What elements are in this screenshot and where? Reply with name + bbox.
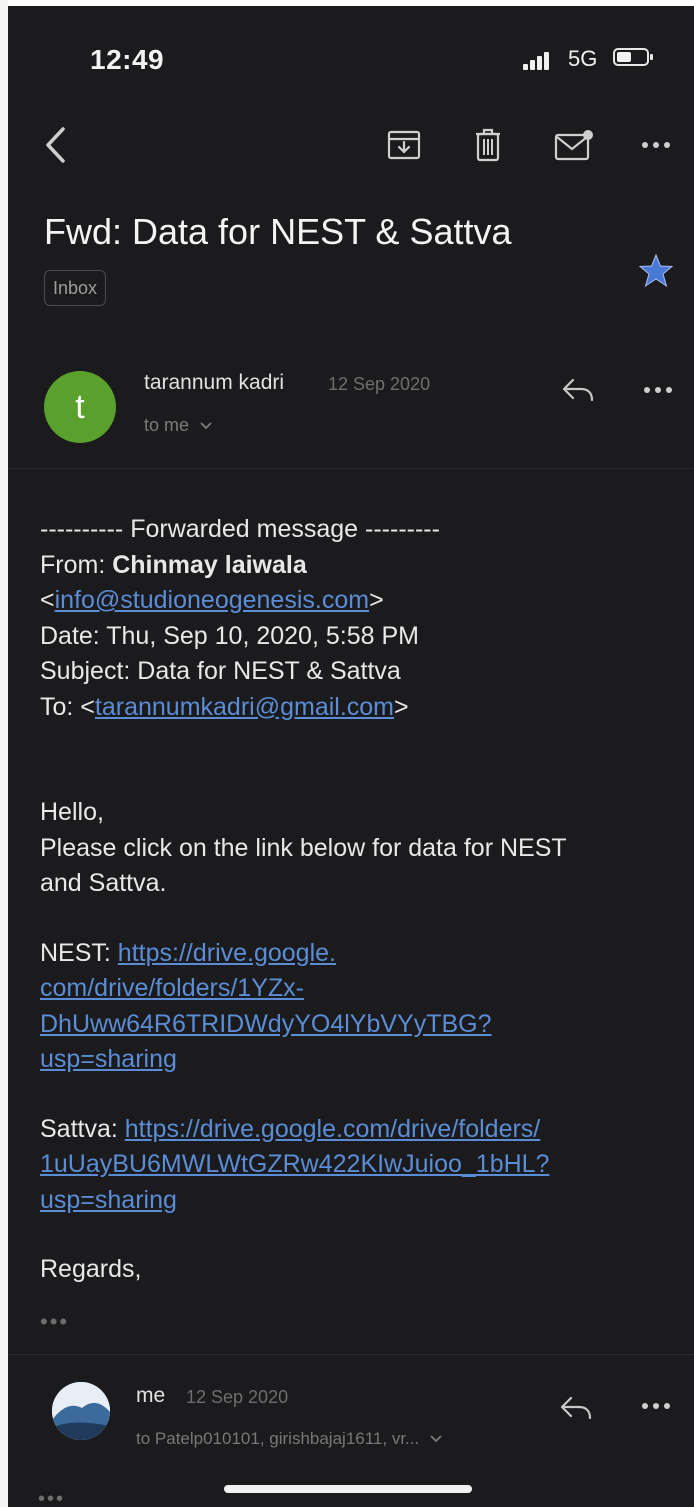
bracket-open: < [40, 586, 55, 614]
sattva-link[interactable]: https://drive.google.com/drive/folders/ [125, 1115, 540, 1143]
signal-icon [523, 50, 549, 70]
greeting: Hello, [40, 798, 104, 826]
message-date: 12 Sep 2020 [328, 374, 431, 394]
email-subject: Fwd: Data for NEST & Sattva [44, 211, 512, 252]
nest-link[interactable]: https://drive.google. [118, 939, 336, 967]
sattva-link[interactable]: usp=sharing [40, 1186, 177, 1214]
nest-link[interactable]: com/drive/folders/1YZx- [40, 974, 304, 1002]
back-button[interactable] [38, 124, 72, 166]
sender-name[interactable]: tarannum kadri [144, 371, 284, 395]
subject-line: Subject: Data for NEST & Sattva [40, 657, 401, 685]
sattva-line: Sattva: https://drive.google.com/drive/f… [40, 1112, 680, 1148]
more-horizontal-icon [644, 387, 672, 393]
to-close: > [394, 692, 409, 721]
to-line: To: <tarannumkadri@gmail.com> [40, 690, 680, 726]
message-more-button[interactable] [638, 378, 678, 402]
to-email-link[interactable]: tarannumkadri@gmail.com [95, 693, 394, 721]
from-label: From: [40, 550, 113, 579]
delete-button[interactable] [470, 124, 506, 166]
mark-unread-button[interactable] [552, 124, 596, 166]
regards: Regards, [40, 1255, 142, 1283]
archive-button[interactable] [384, 124, 424, 166]
from-email-link[interactable]: info@studioneogenesis.com [55, 586, 369, 614]
inbox-label-chip[interactable]: Inbox [44, 270, 107, 306]
message-date: 12 Sep 2020 [186, 1387, 289, 1407]
from-email-line: <info@studioneogenesis.com> [40, 583, 680, 619]
nest-label: NEST: [40, 938, 118, 967]
message-body: ---------- Forwarded message --------- F… [40, 512, 680, 1288]
mail-unread-icon [554, 130, 593, 161]
divider [8, 1354, 694, 1355]
more-horizontal-icon [642, 1403, 670, 1409]
trash-icon [476, 128, 500, 162]
archive-icon [387, 130, 421, 160]
paragraph-line: Please click on the link below for data … [40, 833, 567, 862]
battery-icon [613, 48, 653, 66]
divider [8, 468, 694, 469]
date-line: Date: Thu, Sep 10, 2020, 5:58 PM [40, 621, 419, 650]
forward-header: ---------- Forwarded message --------- [40, 515, 440, 543]
network-type: 5G [568, 46, 598, 71]
paragraph-line: and Sattva. [40, 869, 167, 897]
mail-app-screen: 12:49 5G Fwd: Data for NEST & Sattva Inb… [8, 6, 694, 1507]
sender-avatar[interactable]: t [44, 371, 116, 443]
nest-link[interactable]: usp=sharing [40, 1045, 177, 1073]
my-avatar[interactable] [52, 1382, 110, 1440]
nest-line: NEST: https://drive.google. [40, 936, 680, 972]
home-indicator[interactable] [224, 1485, 472, 1493]
bracket-close: > [369, 586, 384, 614]
chevron-down-icon [430, 1435, 442, 1443]
recipients-text: to Patelp010101, girishbajaj1611, vr... [136, 1429, 420, 1448]
reply-icon[interactable] [559, 1394, 593, 1422]
nest-link[interactable]: DhUww64R6TRIDWdyYO4lYbVYyTBG? [40, 1010, 492, 1038]
sattva-label: Sattva: [40, 1114, 125, 1143]
from-line: From: Chinmay laiwala [40, 548, 680, 584]
more-options-button[interactable] [636, 124, 676, 166]
show-trimmed-content-button[interactable]: ••• [38, 1488, 65, 1507]
recipients-text: to me [144, 415, 190, 435]
sender-name[interactable]: me [136, 1384, 165, 1408]
screen-edge [0, 0, 8, 1507]
reply-icon[interactable] [561, 376, 595, 404]
status-time: 12:49 [90, 44, 165, 75]
from-name: Chinmay laiwala [112, 550, 307, 579]
message-more-button[interactable] [636, 1394, 676, 1418]
chevron-down-icon [200, 422, 212, 430]
recipients-toggle[interactable]: to me [144, 415, 212, 436]
show-trimmed-content-button[interactable]: ••• [40, 1309, 69, 1335]
chevron-left-icon [46, 127, 65, 163]
sattva-link[interactable]: 1uUayBU6MWLWtGZRw422KIwJuioo_1bHL? [40, 1150, 549, 1178]
to-label: To: < [40, 692, 95, 721]
more-horizontal-icon [642, 142, 670, 148]
star-icon[interactable] [638, 253, 674, 289]
recipients-toggle[interactable]: to Patelp010101, girishbajaj1611, vr... [136, 1429, 442, 1449]
